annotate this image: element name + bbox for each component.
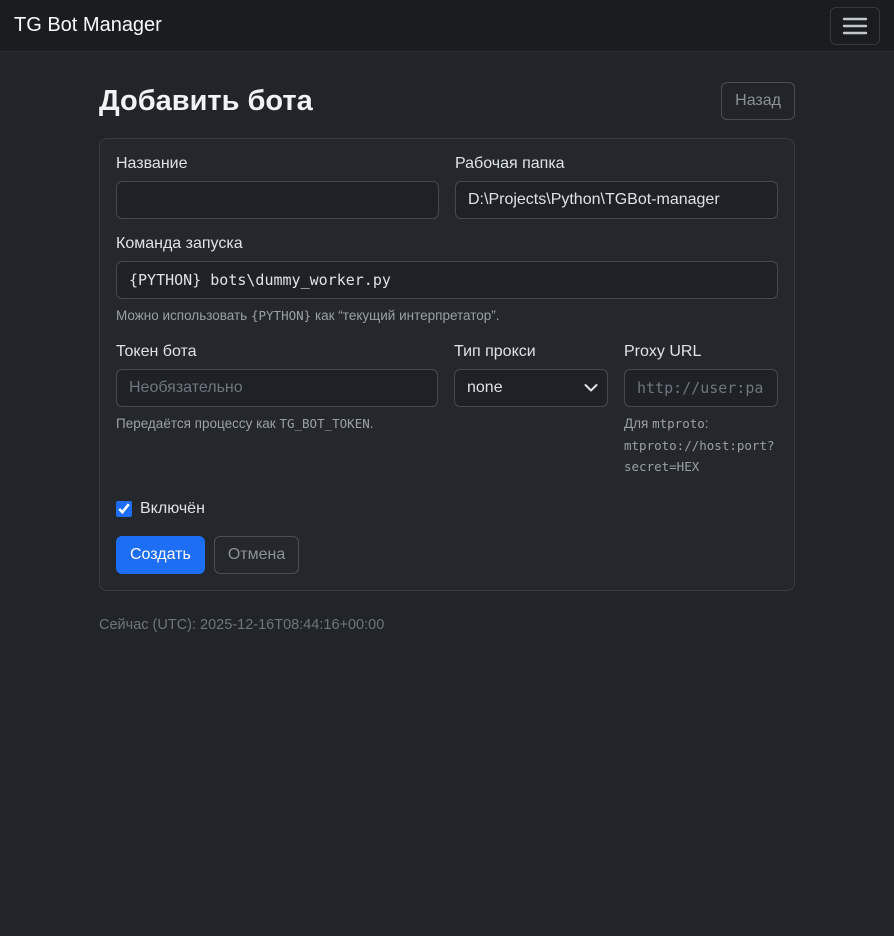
name-label: Название: [116, 155, 439, 173]
token-label: Токен бота: [116, 343, 438, 361]
hamburger-icon: [841, 14, 869, 38]
form-actions: Создать Отмена: [116, 536, 778, 574]
name-workdir-row: Название Рабочая папка: [116, 155, 778, 219]
enabled-label[interactable]: Включён: [140, 500, 205, 518]
enabled-checkbox[interactable]: [116, 501, 132, 517]
add-bot-form-card: Название Рабочая папка Команда запуска М…: [99, 138, 795, 591]
proxy-type-field: Тип прокси none: [454, 343, 608, 478]
command-help-code: {PYTHON}: [251, 308, 311, 323]
command-field: Команда запуска Можно использовать {PYTH…: [116, 235, 778, 327]
page-header: Добавить бота Назад: [99, 82, 795, 120]
proxy-url-input[interactable]: [624, 369, 778, 407]
proxy-url-help-text: Для: [624, 416, 652, 431]
proxy-url-label: Proxy URL: [624, 343, 778, 361]
token-help: Передаётся процессу как TG_BOT_TOKEN.: [116, 413, 438, 435]
cancel-button[interactable]: Отмена: [214, 536, 299, 574]
workdir-label: Рабочая папка: [455, 155, 778, 173]
proxy-url-field: Proxy URL Для mtproto: mtproto://host:po…: [624, 343, 778, 478]
enabled-check-row: Включён: [116, 500, 778, 518]
command-input[interactable]: [116, 261, 778, 299]
app-title[interactable]: TG Bot Manager: [14, 14, 162, 37]
token-input[interactable]: [116, 369, 438, 407]
token-help-text: Передаётся процессу как: [116, 416, 279, 431]
command-help-suffix: как “текущий интерпретатор”.: [311, 308, 499, 323]
workdir-input[interactable]: [455, 181, 778, 219]
workdir-field: Рабочая папка: [455, 155, 778, 219]
proxy-type-label: Тип прокси: [454, 343, 608, 361]
proxy-url-help: Для mtproto: mtproto://host:port?secret=…: [624, 413, 778, 478]
page-title: Добавить бота: [99, 85, 313, 118]
token-help-suffix: .: [370, 416, 374, 431]
name-input[interactable]: [116, 181, 439, 219]
proxy-url-help-colon: :: [705, 416, 709, 431]
proxy-url-help-code2: mtproto://host:port?secret=HEX: [624, 438, 775, 475]
back-button[interactable]: Назад: [721, 82, 795, 120]
current-time-utc: Сейчас (UTC): 2025-12-16T08:44:16+00:00: [99, 617, 795, 633]
token-help-code: TG_BOT_TOKEN: [279, 416, 369, 431]
menu-toggle-button[interactable]: [830, 7, 880, 45]
token-field: Токен бота Передаётся процессу как TG_BO…: [116, 343, 438, 478]
proxy-type-select-wrap: none: [454, 369, 608, 407]
command-help: Можно использовать {PYTHON} как “текущий…: [116, 305, 778, 327]
command-label: Команда запуска: [116, 235, 778, 253]
main-content: Добавить бота Назад Название Рабочая пап…: [87, 82, 807, 633]
navbar: TG Bot Manager: [0, 0, 894, 52]
name-field: Название: [116, 155, 439, 219]
token-proxy-row: Токен бота Передаётся процессу как TG_BO…: [116, 343, 778, 478]
create-button[interactable]: Создать: [116, 536, 205, 574]
proxy-url-help-code1: mtproto: [652, 416, 705, 431]
command-help-text: Можно использовать: [116, 308, 251, 323]
proxy-type-select[interactable]: none: [454, 369, 608, 407]
